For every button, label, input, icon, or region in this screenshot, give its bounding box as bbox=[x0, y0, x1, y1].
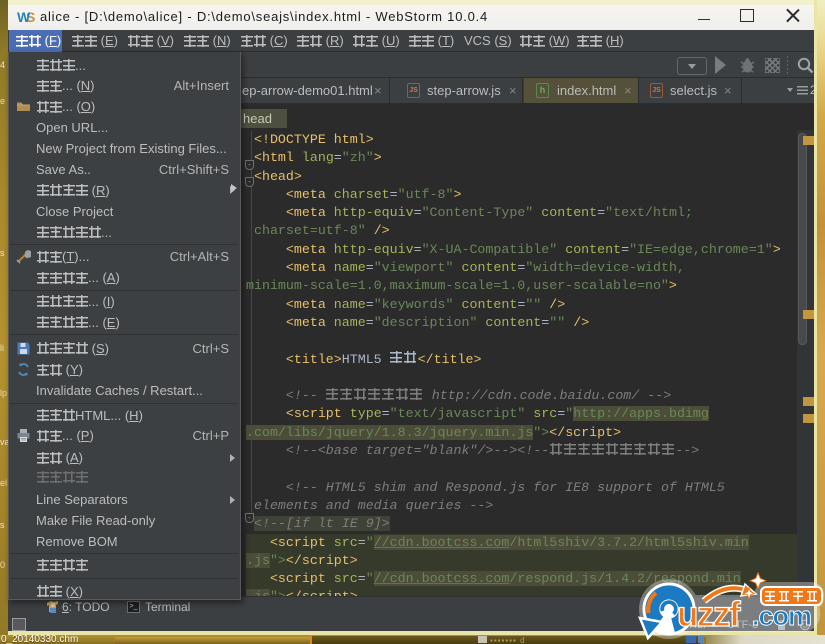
svg-text:uzzf: uzzf bbox=[677, 595, 741, 634]
